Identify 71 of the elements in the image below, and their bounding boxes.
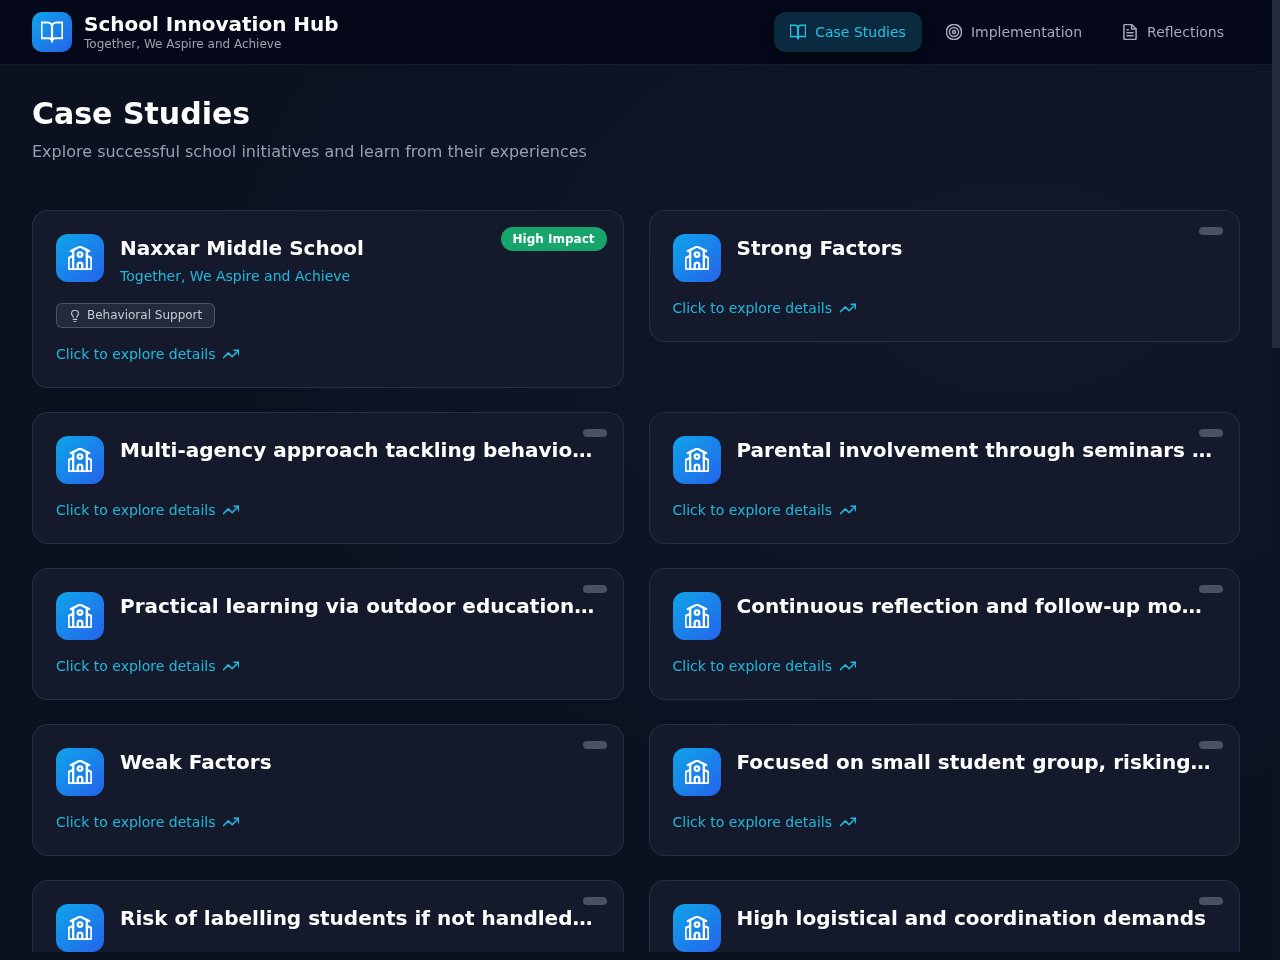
explore-link[interactable]: Click to explore details (56, 812, 240, 832)
card-title: Focused on small student group, risking… (736, 749, 1211, 776)
explore-link[interactable]: Click to explore details (672, 812, 856, 832)
trending-up-icon (839, 814, 856, 830)
explore-link[interactable]: Click to explore details (672, 298, 856, 318)
book-icon (790, 24, 807, 40)
pill-icon (1199, 741, 1223, 749)
card-title: Risk of labelling students if not handled… (120, 905, 593, 932)
impact-label: High Impact (500, 227, 607, 251)
case-study-card[interactable]: Continuous reflection and follow-up mo… Click to explore details (648, 568, 1240, 700)
scrollbar-thumb[interactable] (1272, 0, 1280, 348)
trending-up-icon (839, 502, 856, 518)
book-icon (32, 12, 72, 52)
card-title: Multi-agency approach tackling behavio… (120, 437, 593, 464)
lightbulb-icon (69, 309, 81, 322)
school-icon (56, 436, 104, 484)
trending-up-icon (839, 658, 856, 674)
pill-icon (1199, 227, 1223, 235)
document-icon (1122, 24, 1139, 40)
page-subtitle: Explore successful school initiatives and learn from their experiences (32, 141, 588, 163)
school-icon (56, 592, 104, 640)
school-icon (672, 748, 721, 796)
explore-link[interactable]: Click to explore details (56, 656, 240, 676)
school-icon (56, 234, 104, 282)
nav-tab[interactable]: Reflections (1106, 12, 1240, 52)
nav-tab[interactable]: Implementation (929, 12, 1099, 52)
card-title: Strong Factors (736, 235, 903, 262)
card-title: Continuous reflection and follow-up mo… (736, 593, 1202, 620)
page-title: Case Studies (32, 96, 252, 132)
card-title: High logistical and coordination demands (736, 905, 1207, 932)
trending-up-icon (839, 300, 856, 316)
case-study-card[interactable]: Multi-agency approach tackling behavio… Click to explore details (32, 412, 624, 544)
school-icon (56, 748, 104, 796)
pill-icon (582, 585, 607, 593)
category-tag: Behavioral Support (56, 303, 216, 328)
pill-icon (1199, 897, 1223, 905)
case-study-card[interactable]: Focused on small student group, risking… Click to explore details (648, 724, 1240, 856)
explore-link[interactable]: Click to explore details (672, 500, 856, 520)
pill-icon (1199, 429, 1223, 437)
explore-link[interactable]: Click to explore details (672, 656, 856, 676)
school-icon (672, 592, 721, 640)
case-study-card[interactable]: Risk of labelling students if not handled… (32, 880, 624, 952)
school-icon (672, 436, 721, 484)
case-study-card[interactable]: Naxxar Middle School Together, We Aspire and Achieve Behavioral Support Click to explore details High Impact (32, 210, 624, 388)
card-title: Practical learning via outdoor education… (120, 593, 595, 620)
explore-link[interactable]: Click to explore details (56, 344, 240, 364)
pill-icon (582, 741, 607, 749)
case-study-card[interactable]: Strong Factors Click to explore details (648, 210, 1240, 342)
case-study-card[interactable]: Practical learning via outdoor education… Click to explore details (32, 568, 624, 700)
site-title: School Innovation Hub (84, 12, 339, 36)
site-tagline: Together, We Aspire and Achieve (84, 36, 283, 52)
case-study-card[interactable]: Weak Factors Click to explore details (32, 724, 624, 856)
pill-icon (1199, 585, 1223, 593)
explore-link[interactable]: Click to explore details (56, 500, 240, 520)
trending-up-icon (223, 814, 240, 830)
pill-icon (582, 897, 607, 905)
card-title: Naxxar Middle School (120, 235, 364, 262)
trending-up-icon (223, 502, 240, 518)
nav-tab[interactable]: Case Studies (774, 12, 922, 52)
case-study-card[interactable]: Parental involvement through seminars … Click to explore details (648, 412, 1240, 544)
target-icon (945, 24, 962, 40)
school-icon (672, 234, 721, 282)
trending-up-icon (223, 346, 240, 362)
card-subtitle: Together, We Aspire and Achieve (120, 267, 351, 286)
card-title: Weak Factors (120, 749, 272, 776)
school-icon (672, 904, 721, 952)
pill-icon (582, 429, 607, 437)
case-study-card[interactable]: High logistical and coordination demands (648, 880, 1240, 952)
card-title: Parental involvement through seminars … (736, 437, 1212, 464)
trending-up-icon (223, 658, 240, 674)
school-icon (56, 904, 104, 952)
